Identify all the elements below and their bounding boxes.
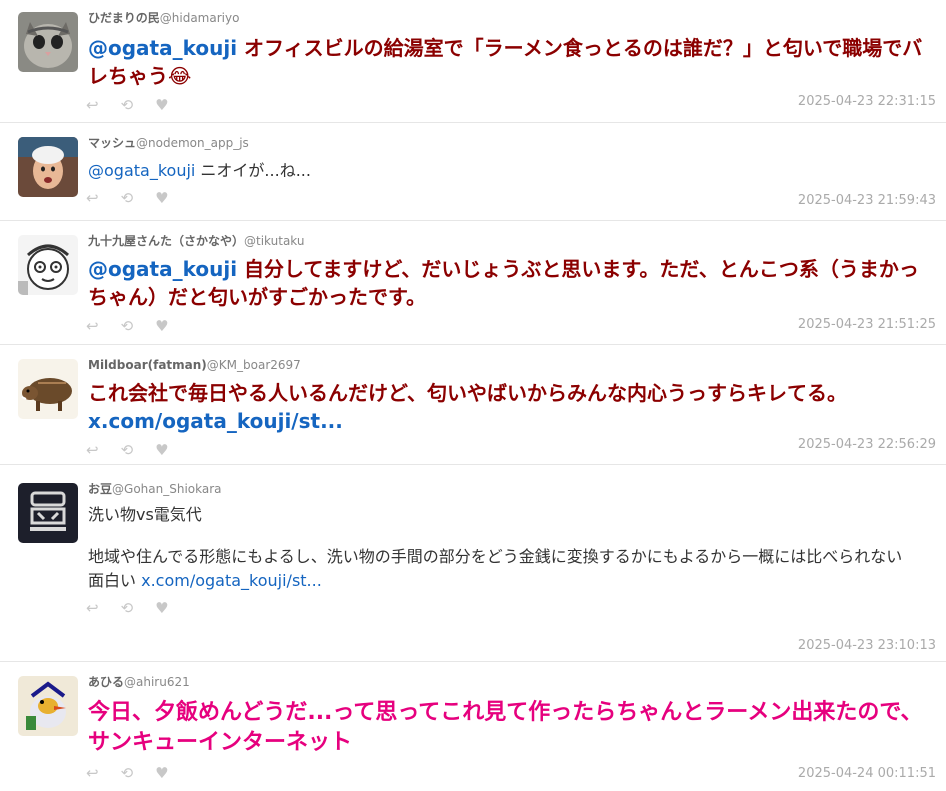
like-icon[interactable]: ♥ (155, 317, 168, 335)
mention-link[interactable]: @ogata_kouji (88, 257, 237, 281)
reply-icon[interactable]: ↩ (86, 599, 99, 617)
avatar[interactable] (18, 676, 78, 736)
reply-icon[interactable]: ↩ (86, 189, 99, 207)
tweet: マッシュ@nodemon_app_js @ogata_kouji ニオイが...… (0, 122, 946, 220)
handle[interactable]: @hidamariyo (160, 11, 240, 25)
tweet-text: @ogata_kouji ニオイが...ね... (88, 161, 311, 180)
handle[interactable]: @tikutaku (244, 234, 304, 248)
retweet-icon[interactable]: ⟲ (121, 96, 134, 114)
retweet-icon[interactable]: ⟲ (121, 441, 134, 459)
tweet-link[interactable]: x.com/ogata_kouji/st... (141, 571, 322, 590)
avatar[interactable] (18, 235, 78, 295)
avatar[interactable] (18, 483, 78, 543)
like-icon[interactable]: ♥ (155, 96, 168, 114)
avatar[interactable] (18, 359, 78, 419)
tweet-line: 洗い物vs電気代 (88, 505, 202, 524)
retweet-icon[interactable]: ⟲ (121, 189, 134, 207)
retweet-icon[interactable]: ⟲ (121, 317, 134, 335)
tweet-header: お豆@Gohan_Shiokara (88, 465, 936, 497)
tweet-header: ひだまりの民@hidamariyo (88, 0, 936, 26)
timestamp[interactable]: 2025-04-23 22:56:29 (798, 437, 936, 452)
reply-icon[interactable]: ↩ (86, 441, 99, 459)
avatar[interactable] (18, 137, 78, 197)
mention-link[interactable]: @ogata_kouji (88, 36, 237, 60)
tweet-header: マッシュ@nodemon_app_js (88, 123, 936, 151)
tweet-text: @ogata_kouji オフィスビルの給湯室で「ラーメン食っとるのは誰だ？」と… (88, 36, 923, 88)
display-name[interactable]: マッシュ (88, 136, 136, 150)
tweet-text: これ会社で毎日やる人いるんだけど、匂いやばいからみんな内心うっすらキレてる。 x… (88, 381, 847, 433)
display-name[interactable]: お豆 (88, 482, 112, 496)
display-name[interactable]: ひだまりの民 (88, 11, 160, 25)
handle[interactable]: @nodemon_app_js (136, 136, 249, 150)
avatar[interactable] (18, 12, 78, 72)
tweet-text: 洗い物vs電気代 地域や住んでる形態にもよるし、洗い物の手間の部分をどう金銭に変… (88, 503, 936, 593)
tweet: お豆@Gohan_Shiokara 洗い物vs電気代 地域や住んでる形態にもよる… (0, 464, 946, 661)
tweet-header: Mildboar(fatman)@KM_boar2697 (88, 345, 936, 373)
display-name[interactable]: Mildboar(fatman) (88, 358, 207, 372)
timestamp[interactable]: 2025-04-23 21:51:25 (798, 317, 936, 332)
display-name[interactable]: あひる (88, 675, 124, 689)
tweet-link[interactable]: x.com/ogata_kouji/st... (88, 409, 343, 433)
retweet-icon[interactable]: ⟲ (121, 599, 134, 617)
timestamp[interactable]: 2025-04-23 23:10:13 (798, 638, 936, 653)
tweet-text: 今日、夕飯めんどうだ...って思ってこれ見て作ったらちゃんとラーメン出来たので、… (88, 700, 923, 755)
display-name[interactable]: 九十九屋さんた（さかなや） (88, 234, 244, 248)
like-icon[interactable]: ♥ (155, 764, 168, 782)
tweet: あひる@ahiru621 今日、夕飯めんどうだ...って思ってこれ見て作ったらち… (0, 661, 946, 789)
handle[interactable]: @Gohan_Shiokara (112, 482, 221, 496)
reply-icon[interactable]: ↩ (86, 317, 99, 335)
tweet-header: 九十九屋さんた（さかなや）@tikutaku (88, 221, 936, 249)
mention-link[interactable]: @ogata_kouji (88, 161, 195, 180)
tweet: ひだまりの民@hidamariyo @ogata_kouji オフィスビルの給湯… (0, 0, 946, 122)
tweet: 九十九屋さんた（さかなや）@tikutaku @ogata_kouji 自分して… (0, 220, 946, 344)
like-icon[interactable]: ♥ (155, 599, 168, 617)
tweet-line: 地域や住んでる形態にもよるし、洗い物の手間の部分をどう金銭に変換するかにもよるか… (88, 547, 903, 566)
like-icon[interactable]: ♥ (155, 441, 168, 459)
timestamp[interactable]: 2025-04-23 21:59:43 (798, 193, 936, 208)
tweet: Mildboar(fatman)@KM_boar2697 これ会社で毎日やる人い… (0, 344, 946, 464)
tweet-actions: ↩ ⟲ ♥ (86, 599, 936, 617)
timestamp[interactable]: 2025-04-24 00:11:51 (798, 766, 936, 781)
handle[interactable]: @KM_boar2697 (207, 358, 301, 372)
tweet-line: 面白い x.com/ogata_kouji/st... (88, 571, 322, 590)
reply-icon[interactable]: ↩ (86, 96, 99, 114)
like-icon[interactable]: ♥ (155, 189, 168, 207)
reply-icon[interactable]: ↩ (86, 764, 99, 782)
timestamp[interactable]: 2025-04-23 22:31:15 (798, 94, 936, 109)
tweet-header: あひる@ahiru621 (88, 662, 936, 690)
tweet-feed: ひだまりの民@hidamariyo @ogata_kouji オフィスビルの給湯… (0, 0, 946, 789)
handle[interactable]: @ahiru621 (124, 675, 190, 689)
retweet-icon[interactable]: ⟲ (121, 764, 134, 782)
tweet-text: @ogata_kouji 自分してますけど、だいじょうぶと思います。ただ、とんこ… (88, 257, 919, 309)
